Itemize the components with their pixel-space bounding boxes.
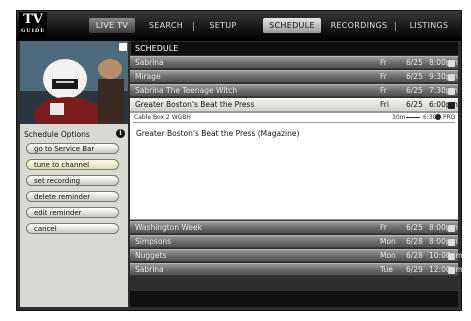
video-close-icon[interactable] bbox=[119, 43, 127, 51]
row-day: Mon bbox=[380, 251, 396, 260]
row-day: Tue bbox=[380, 265, 393, 274]
row-date: 6/25 bbox=[406, 100, 423, 109]
duration-bar bbox=[406, 117, 420, 118]
row-date: 6/29 bbox=[406, 265, 423, 274]
row-day: Fr bbox=[380, 223, 387, 232]
channel-subtitle: Cable Box 2 WGBH bbox=[134, 114, 191, 121]
schedule-row[interactable]: Nuggets Mon 6/28 10:00pm bbox=[130, 249, 463, 262]
row-date: 6/25 bbox=[406, 86, 423, 95]
schedule-row[interactable]: Mirage Fr 6/25 9:30pm bbox=[130, 70, 458, 83]
schedule-header: SCHEDULE bbox=[131, 42, 458, 55]
row-date: 6/25 bbox=[406, 58, 423, 67]
reminder-icon bbox=[448, 60, 455, 67]
row-title: Mirage bbox=[135, 72, 161, 81]
live-video-preview[interactable] bbox=[20, 41, 128, 124]
reminder-icon bbox=[448, 239, 455, 246]
schedule-options-title: Schedule Options bbox=[24, 130, 90, 139]
reminder-icon bbox=[448, 102, 455, 109]
row-date: 6/28 bbox=[406, 251, 423, 260]
schedule-row-selected[interactable]: Greater Boston's Beat the Press Fri 6/25… bbox=[130, 98, 458, 112]
row-title: Sabrina bbox=[135, 58, 164, 67]
row-date: 6/28 bbox=[406, 237, 423, 246]
row-day: Fr bbox=[380, 58, 387, 67]
option-edit-reminder[interactable]: edit reminder bbox=[26, 207, 119, 218]
row-title: Simpsons bbox=[135, 237, 172, 246]
schedule-row[interactable]: Sabrina The Teenage Witch Fr 6/25 7:30pm bbox=[130, 84, 458, 97]
row-day: Fr bbox=[380, 86, 387, 95]
duration-text: 30m bbox=[392, 114, 406, 121]
row-title: Sabrina bbox=[135, 265, 164, 274]
nav-tab-schedule[interactable]: SCHEDULE bbox=[263, 18, 321, 33]
schedule-options-panel: Schedule Options i go to Service Bar tun… bbox=[20, 124, 128, 307]
nav-tab-setup[interactable]: SETUP bbox=[203, 18, 243, 33]
row-day: Mon bbox=[380, 237, 396, 246]
reminder-icon bbox=[448, 88, 455, 95]
reminder-icon bbox=[448, 225, 455, 232]
nav-divider bbox=[395, 22, 396, 31]
nav-tab-recordings[interactable]: RECORDINGS bbox=[329, 18, 389, 33]
row-title: Greater Boston's Beat the Press bbox=[135, 100, 255, 109]
row-day: Fri bbox=[380, 100, 389, 109]
nav-tab-listings[interactable]: LISTINGS bbox=[403, 18, 455, 33]
info-icon[interactable]: i bbox=[116, 129, 125, 138]
tv-guide-logo: TV GUIDE bbox=[19, 12, 47, 39]
row-title: Nuggets bbox=[135, 251, 167, 260]
nav-tab-live-tv[interactable]: LIVE TV bbox=[89, 18, 135, 33]
row-date: 6/25 bbox=[406, 72, 423, 81]
schedule-row[interactable]: Washington Week Fr 6/25 8:00pm bbox=[130, 221, 458, 234]
reminder-icon bbox=[448, 253, 455, 260]
nav-tab-search[interactable]: SEARCH bbox=[145, 18, 187, 33]
bottom-empty-area bbox=[130, 291, 458, 307]
reminder-icon bbox=[448, 74, 455, 81]
option-delete-reminder[interactable]: delete reminder bbox=[26, 191, 119, 202]
rating-text: PRO bbox=[443, 114, 456, 121]
program-detail-panel: Cable Box 2 WGBH 30m 6:30 PRO Greater Bo… bbox=[130, 112, 458, 220]
schedule-row[interactable]: Sabrina Tue 6/29 12:00pm bbox=[130, 263, 463, 276]
row-time: 10:00pm bbox=[429, 251, 463, 260]
row-time: 12:00pm bbox=[429, 265, 463, 274]
tv-guide-window: TV GUIDE LIVE TV SEARCH SETUP SCHEDULE R… bbox=[16, 10, 463, 311]
option-tune-to-channel[interactable]: tune to channel bbox=[26, 159, 119, 170]
row-title: Sabrina The Teenage Witch bbox=[135, 86, 238, 95]
row-title: Washington Week bbox=[135, 223, 203, 232]
reminder-icon bbox=[448, 267, 455, 274]
logo-text: TV bbox=[23, 12, 43, 27]
nav-divider bbox=[193, 22, 194, 31]
row-day: Fr bbox=[380, 72, 387, 81]
top-navigation-bar: TV GUIDE LIVE TV SEARCH SETUP SCHEDULE R… bbox=[17, 11, 461, 41]
row-date: 6/25 bbox=[406, 223, 423, 232]
program-description: Greater Boston's Beat the Press (Magazin… bbox=[136, 129, 300, 138]
video-frame-football-player bbox=[20, 41, 128, 124]
screen: TV GUIDE LIVE TV SEARCH SETUP SCHEDULE R… bbox=[0, 0, 471, 321]
schedule-row[interactable]: Simpsons Mon 6/28 8:00pm bbox=[130, 235, 458, 248]
option-go-to-service-bar[interactable]: go to Service Bar bbox=[26, 143, 119, 154]
option-cancel[interactable]: cancel bbox=[26, 223, 119, 234]
logo-subtext: GUIDE bbox=[20, 28, 46, 34]
divider bbox=[133, 122, 455, 123]
schedule-row[interactable]: Sabrina Fr 6/25 8:00pm bbox=[130, 56, 458, 69]
record-icon bbox=[435, 114, 441, 120]
option-set-recording[interactable]: set recording bbox=[26, 175, 119, 186]
